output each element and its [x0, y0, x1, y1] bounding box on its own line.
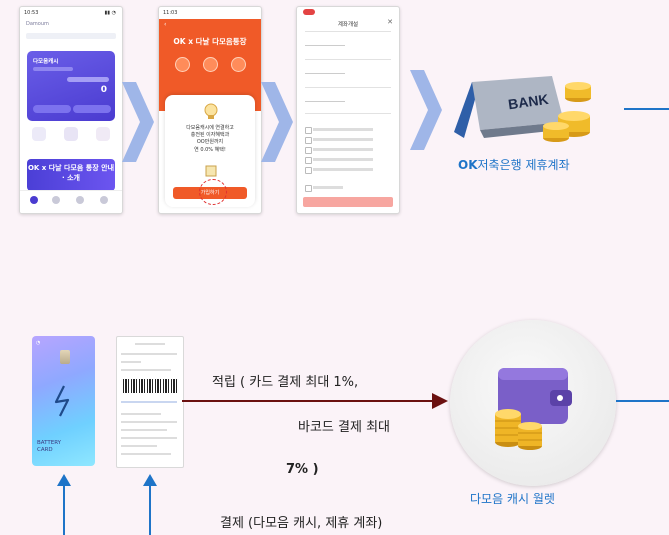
- form-label: [305, 45, 345, 46]
- card-text: BATTERY CARD: [37, 440, 62, 453]
- nav-icon[interactable]: [52, 196, 60, 204]
- text-line: [121, 353, 177, 355]
- bank-sign-icon: BANK: [454, 76, 591, 142]
- quick-menu-icon[interactable]: [32, 127, 46, 141]
- phone-field[interactable]: [305, 113, 391, 114]
- wallet-circle: [450, 320, 616, 486]
- text-line: [121, 361, 141, 363]
- highlight-circle: [199, 179, 227, 205]
- bulb-icon: [204, 103, 218, 119]
- form-label: [305, 101, 345, 102]
- barcode-payment-screen: [116, 336, 184, 468]
- status-time: 10:53: [24, 10, 39, 16]
- connector-line: [624, 108, 669, 110]
- text-line: [121, 421, 177, 423]
- terms-checkbox[interactable]: [305, 167, 389, 174]
- banner-text: OK x 다날 다모음 통장 안내 · 소개: [27, 164, 115, 182]
- quick-menu-icon[interactable]: [96, 127, 110, 141]
- terms-checkbox[interactable]: [305, 147, 389, 154]
- up-arrow-head-icon: [143, 474, 157, 486]
- flow-chevron-icon: [410, 70, 442, 150]
- flow-chevron-icon: [122, 82, 154, 162]
- arrow-head-icon: [432, 393, 448, 409]
- reward-label-line2: 바코드 결제 최대: [298, 420, 390, 435]
- wallet-icon: [495, 368, 572, 450]
- text-line: [121, 413, 161, 415]
- text-line: [121, 453, 171, 455]
- send-button[interactable]: [73, 105, 111, 113]
- amount-row: [121, 401, 177, 403]
- balance-value: 0: [100, 85, 107, 95]
- connector-line: [616, 400, 669, 402]
- submit-button[interactable]: [303, 197, 393, 207]
- modal-text: 다모음캐시에 연결하고 충전된 이자혜택과 OO만원까지 연 0.0% 혜택!: [186, 125, 234, 153]
- wallet-label: 다모음 캐시 월렛: [470, 492, 555, 506]
- close-icon[interactable]: ✕: [387, 18, 393, 26]
- id-field[interactable]: [305, 87, 391, 88]
- nav-home-icon[interactable]: [30, 196, 38, 204]
- status-badge: [303, 9, 315, 15]
- name-field[interactable]: [305, 59, 391, 60]
- benefit-icon: [175, 57, 190, 72]
- cash-card[interactable]: 다모음캐시 0: [27, 51, 115, 121]
- offer-modal: 다모음캐시에 연결하고 충전된 이자혜택과 OO만원까지 연 0.0% 혜택! …: [165, 95, 255, 207]
- document-icon: [205, 165, 217, 177]
- card-logo-icon: ◔: [36, 340, 41, 346]
- notice-bar: [26, 33, 116, 39]
- bank-label: OK저축은행 제휴계좌: [458, 156, 570, 173]
- terms-checkbox[interactable]: [305, 157, 389, 164]
- app-screen-home: 10:53 ▮▮ ◔ Damoum 다모음캐시 0 OK x 다날 다모음 통장…: [19, 6, 123, 214]
- benefit-icon: [231, 57, 246, 72]
- text-line: [121, 429, 167, 431]
- up-arrow-line: [149, 482, 151, 535]
- terms-checkbox[interactable]: [305, 137, 389, 144]
- screen-title: [135, 343, 165, 345]
- agree-all-checkbox[interactable]: [305, 127, 389, 134]
- nav-icon[interactable]: [76, 196, 84, 204]
- app-screen-account-open: 계좌개설 ✕: [296, 6, 400, 214]
- benefit-icon: [203, 57, 218, 72]
- battery-card: ◔ BATTERY CARD: [32, 336, 95, 466]
- nav-icon[interactable]: [100, 196, 108, 204]
- card-badge: [67, 77, 109, 82]
- form-label: [305, 73, 345, 74]
- lightning-icon: [54, 385, 70, 417]
- text-line: [121, 437, 177, 439]
- reward-label-line3: 7% ): [286, 462, 319, 477]
- divider: [305, 31, 391, 32]
- reward-label-line1: 적립 ( 카드 결제 최대 1%,: [212, 375, 359, 390]
- screen-title: 계좌개설: [337, 22, 359, 28]
- flow-arrow-line: [182, 400, 436, 402]
- terms-checkbox[interactable]: [305, 185, 389, 192]
- offer-title: OK x 다날 다모음통장: [173, 37, 247, 46]
- card-subline: [33, 67, 73, 71]
- up-arrow-head-icon: [57, 474, 71, 486]
- text-line: [121, 369, 171, 371]
- app-logo: Damoum: [26, 21, 49, 27]
- barcode-icon: [123, 379, 177, 393]
- up-arrow-line: [63, 482, 65, 535]
- bank-label-rest: 저축은행 제휴계좌: [477, 158, 570, 172]
- app-screen-account-offer: 11:03 ‹ OK x 다날 다모음통장 다모음캐시에 연결하고 충전된 이자…: [158, 6, 262, 214]
- bank-label-bold: OK: [458, 158, 478, 172]
- payment-label: 결제 (다모음 캐시, 제휴 계좌): [220, 516, 383, 531]
- back-icon[interactable]: ‹: [164, 21, 166, 28]
- card-title: 다모음캐시: [33, 59, 59, 65]
- bottom-nav: [20, 190, 122, 213]
- status-icons: ▮▮ ◔: [104, 10, 116, 16]
- promo-banner[interactable]: OK x 다날 다모음 통장 안내 · 소개: [27, 159, 115, 191]
- quick-menu-icon[interactable]: [64, 127, 78, 141]
- text-line: [121, 445, 157, 447]
- status-time: 11:03: [163, 10, 178, 16]
- flow-chevron-icon: [261, 82, 293, 162]
- card-chip-icon: [60, 350, 70, 364]
- charge-button[interactable]: [33, 105, 71, 113]
